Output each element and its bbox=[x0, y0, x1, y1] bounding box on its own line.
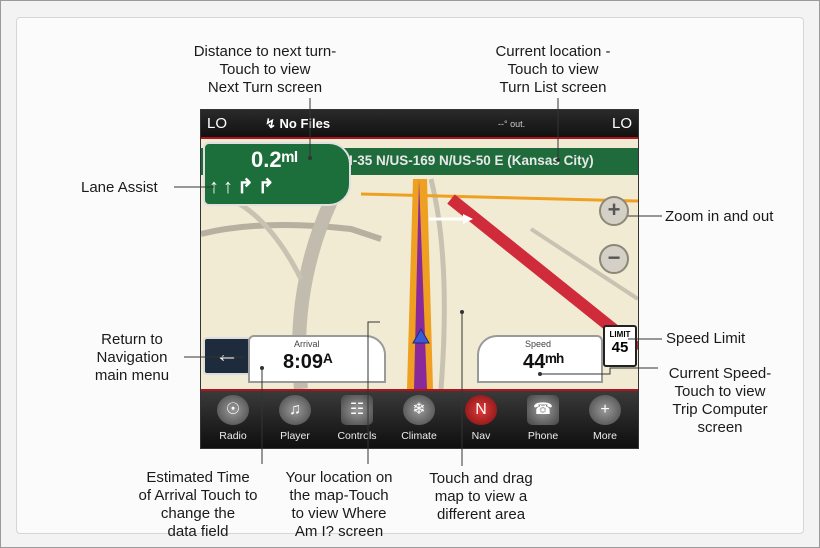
callout-drag: Touch and drag map to view a different a… bbox=[416, 470, 546, 524]
nav-label: More bbox=[593, 430, 617, 442]
right-temp-setting: LO bbox=[611, 115, 632, 132]
callout-line: data field bbox=[167, 523, 229, 540]
callout-line: different area bbox=[436, 506, 526, 523]
lane-assist-arrows: ↑↑↱↱ bbox=[209, 176, 279, 198]
nav-phone[interactable]: ☎ Phone bbox=[515, 395, 571, 447]
left-temp-setting: LO bbox=[207, 115, 228, 132]
callout-line: the map-Touch bbox=[289, 487, 389, 504]
more-icon: + bbox=[589, 395, 621, 425]
callout-line: of Arrival Touch to bbox=[138, 487, 258, 504]
nav-label: Nav bbox=[471, 430, 491, 442]
nav-nav[interactable]: N Nav bbox=[453, 395, 509, 447]
back-arrow-icon[interactable]: ← bbox=[203, 337, 251, 375]
callout-line: Your location on bbox=[285, 469, 393, 486]
player-icon: ♫ bbox=[279, 395, 311, 425]
callout-line: Touch to view bbox=[507, 61, 599, 78]
arrival-label: Arrival bbox=[294, 339, 320, 349]
callout-line: Zoom in and out bbox=[665, 208, 774, 225]
nav-screen: LO ↯ No Files --° out. LO I-35 N/US-169 … bbox=[200, 109, 639, 449]
arrival-time-field[interactable]: Arrival 8:09ᴬ bbox=[248, 335, 386, 383]
callout-line: change the bbox=[160, 505, 236, 522]
status-bar: LO ↯ No Files --° out. LO bbox=[201, 110, 638, 139]
callout-line: Turn List screen bbox=[499, 79, 607, 96]
callout-line: Touch to view bbox=[219, 61, 311, 78]
callout-line: map to view a bbox=[434, 488, 528, 505]
callout-line: Return to bbox=[101, 331, 163, 348]
callout-line: Lane Assist bbox=[81, 179, 158, 196]
nav-more[interactable]: + More bbox=[577, 395, 633, 447]
callout-line: Distance to next turn- bbox=[193, 43, 337, 60]
nav-controls[interactable]: ☷ Controls bbox=[329, 395, 385, 447]
callout-line: Speed Limit bbox=[666, 330, 746, 347]
callout-zoom: Zoom in and out bbox=[665, 208, 773, 226]
nav-label: Radio bbox=[219, 430, 247, 442]
callout-line: screen bbox=[697, 419, 743, 436]
callout-speed-limit: Speed Limit bbox=[666, 330, 745, 348]
callout-eta: Estimated Time of Arrival Touch to chang… bbox=[128, 469, 268, 541]
callout-line: Touch and drag bbox=[429, 470, 533, 487]
outside-temp: --° out. bbox=[498, 119, 526, 129]
callout-return: Return to Navigation main menu bbox=[82, 331, 182, 385]
nav-radio[interactable]: ☉ Radio bbox=[205, 395, 261, 447]
zoom-in-button[interactable]: + bbox=[599, 196, 629, 226]
nav-icon: N bbox=[465, 395, 497, 425]
speed-limit-sign: LIMIT 45 bbox=[603, 325, 637, 367]
callout-line: Trip Computer bbox=[672, 401, 768, 418]
nav-label: Phone bbox=[527, 430, 559, 442]
nav-player[interactable]: ♫ Player bbox=[267, 395, 323, 447]
street-name: I-35 N/US-169 N/US-50 E (Kansas City) bbox=[349, 153, 594, 168]
callout-line: Next Turn screen bbox=[207, 79, 323, 96]
controls-icon: ☷ bbox=[341, 395, 373, 425]
limit-label: LIMIT bbox=[609, 330, 631, 339]
zoom-out-button[interactable]: − bbox=[599, 244, 629, 274]
media-status: ↯ No Files bbox=[265, 116, 331, 131]
limit-value: 45 bbox=[611, 339, 629, 356]
climate-icon: ❄ bbox=[403, 395, 435, 425]
arrival-value: 8:09ᴬ bbox=[283, 351, 333, 373]
nav-label: Climate bbox=[401, 430, 437, 442]
speed-value: 44ᵐʰ bbox=[523, 351, 564, 373]
phone-icon: ☎ bbox=[527, 395, 559, 425]
callout-your-location: Your location on the map-Touch to view W… bbox=[274, 469, 404, 541]
callout-line: to view Where bbox=[291, 505, 387, 522]
callout-line: Touch to view bbox=[674, 383, 766, 400]
next-turn-box[interactable]: 0.2ᵐᴵ ↑↑↱↱ bbox=[203, 142, 351, 206]
current-speed-field[interactable]: Speed 44ᵐʰ bbox=[477, 335, 603, 383]
callout-line: Current location - bbox=[495, 43, 611, 60]
callout-line: Navigation bbox=[96, 349, 168, 366]
callout-line: Am I? screen bbox=[294, 523, 384, 540]
callout-line: main menu bbox=[94, 367, 170, 384]
callout-lane-assist: Lane Assist bbox=[81, 179, 158, 197]
callout-line: Estimated Time bbox=[146, 469, 250, 486]
nav-label: Controls bbox=[337, 430, 377, 442]
speed-label: Speed bbox=[525, 339, 552, 349]
nav-climate[interactable]: ❄ Climate bbox=[391, 395, 447, 447]
callout-distance: Distance to next turn- Touch to view Nex… bbox=[170, 43, 360, 97]
turn-distance: 0.2ᵐᴵ bbox=[251, 147, 298, 172]
callout-line: Current Speed- bbox=[668, 365, 772, 382]
radio-icon: ☉ bbox=[217, 395, 249, 425]
nav-label: Player bbox=[280, 430, 310, 442]
callout-location: Current location - Touch to view Turn Li… bbox=[468, 43, 638, 97]
callout-current-speed: Current Speed- Touch to view Trip Comput… bbox=[660, 365, 780, 437]
bottom-nav-bar: ☉ Radio ♫ Player ☷ Controls ❄ Climate N … bbox=[201, 389, 638, 448]
